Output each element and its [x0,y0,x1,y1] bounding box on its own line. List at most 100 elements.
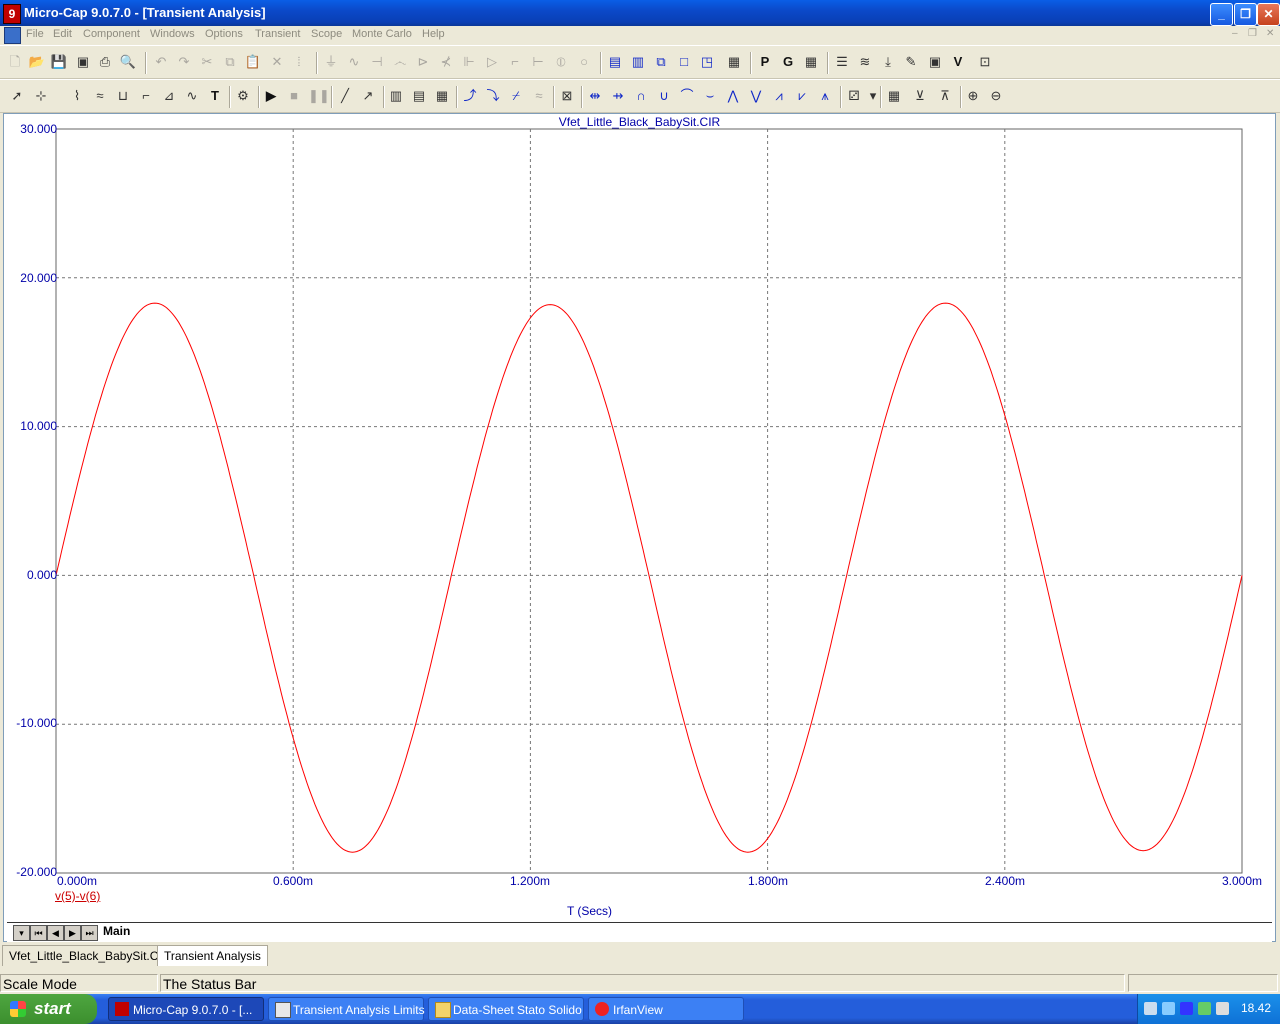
transistor-component-icon[interactable]: ⊀ [437,53,455,71]
tab-transient-analysis[interactable]: Transient Analysis [157,945,268,966]
open-folder-icon[interactable]: 📂 [28,53,46,71]
global-low-icon[interactable]: ⋁ [747,87,765,105]
find-inflection-icon[interactable]: ≈ [530,87,548,105]
mosfet-component-icon[interactable]: ⊩ [460,53,478,71]
ground-component-icon[interactable]: ⏚ [322,53,340,71]
menu-file[interactable]: File [26,28,44,40]
battery-component-icon[interactable]: ⊢ [529,53,547,71]
tokens-icon[interactable]: ⊻ [911,87,929,105]
cut-icon[interactable]: ✂ [198,53,216,71]
save-all-icon[interactable]: ▣ [74,53,92,71]
next-valley-icon[interactable]: ∪ [655,87,673,105]
document-menu-icon[interactable] [4,27,21,44]
menu-component[interactable]: Component [83,28,140,40]
minimize-button[interactable]: _ [1210,3,1233,26]
save-icon[interactable]: 💾 [50,53,68,71]
zoom-out-icon[interactable]: ⊖ [987,87,1005,105]
grid-style-2-icon[interactable]: ▤ [410,87,428,105]
nav-first-icon[interactable]: ⏮ [30,925,47,941]
zoom-in-icon[interactable]: ⊕ [964,87,982,105]
pause-icon[interactable]: ❚❚ [308,87,330,105]
bottom-icon[interactable]: ⩗ [793,87,811,105]
cursor-function-icon[interactable]: ⚂ [845,87,863,105]
microcap-app-icon[interactable]: 9 [3,4,21,24]
volume-icon[interactable] [1216,1002,1229,1015]
next-low-icon[interactable]: ⌣ [701,87,719,105]
scale-tokens-icon[interactable]: ⊼ [936,87,954,105]
select-pointer-icon[interactable]: ➚ [8,87,26,105]
cursor-mode-icon[interactable]: ⌇ [68,87,86,105]
menu-monte-carlo[interactable]: Monte Carlo [352,28,412,40]
sine-source-component-icon[interactable]: ○ [575,53,593,71]
scale-mode-icon[interactable]: ⊹ [32,87,50,105]
peak-p-icon[interactable]: P [756,53,774,71]
copy-icon[interactable]: ⧉ [221,53,239,71]
start-button[interactable]: start [0,994,97,1024]
global-high-icon[interactable]: ⋀ [724,87,742,105]
nav-prev-icon[interactable]: ◀ [47,925,64,941]
tray-arrow-icon[interactable] [1144,1002,1157,1015]
stop-icon[interactable]: ■ [285,87,303,105]
new-file-icon[interactable]: 🗋 [6,53,24,71]
menu-options[interactable]: Options [205,28,243,40]
properties-icon[interactable]: ⚙ [234,87,252,105]
mdi-close-icon[interactable]: ✕ [1266,28,1274,39]
switch-component-icon[interactable]: ⌐ [506,53,524,71]
menu-windows[interactable]: Windows [150,28,195,40]
trace-legend[interactable]: v(5)-v(6) [55,889,100,903]
probe-icon[interactable]: ⤓ [879,53,897,71]
close-button[interactable]: ✕ [1257,3,1280,26]
nav-dropdown-icon[interactable]: ▾ [13,925,30,941]
transient-plot[interactable] [4,114,1275,922]
find-slope-icon[interactable]: ⌿ [507,87,525,105]
tag-icon[interactable]: ⊿ [160,87,178,105]
top-icon[interactable]: ⩘ [770,87,788,105]
undo-icon[interactable]: ↶ [152,53,170,71]
nav-last-icon[interactable]: ⏭ [81,925,98,941]
inductor-component-icon[interactable]: ෴ [391,53,409,71]
point-tag-icon[interactable]: ⌐ [137,87,155,105]
tile-horizontal-icon[interactable]: ▤ [606,53,624,71]
grid-style-1-icon[interactable]: ▥ [387,87,405,105]
window-icon[interactable]: □ [675,53,693,71]
delete-icon[interactable]: ✕ [268,53,286,71]
wave-mode-icon[interactable]: ≈ [91,87,109,105]
next-peak-icon[interactable]: ∩ [632,87,650,105]
find-peak-icon[interactable]: ⤴ [461,87,479,105]
next-high-icon[interactable]: ⌒ [678,87,696,105]
print-preview-icon[interactable]: 🔍 [119,53,137,71]
menu-scope[interactable]: Scope [311,28,342,40]
task-irfanview[interactable]: IrfanView [588,997,744,1021]
bluetooth-icon[interactable] [1180,1002,1193,1015]
mdi-minimize-icon[interactable]: – [1232,28,1238,39]
grid-style-3-icon[interactable]: ▦ [433,87,451,105]
network-icon[interactable] [1162,1002,1175,1015]
capacitor-component-icon[interactable]: ⊣ [368,53,386,71]
tile-vertical-icon[interactable]: ▥ [629,53,647,71]
numeric-output-icon[interactable]: ▦ [885,87,903,105]
plot-properties-icon[interactable]: ⊡ [976,53,994,71]
mdi-restore-icon[interactable]: ❐ [1248,28,1257,39]
security-icon[interactable] [1198,1002,1211,1015]
split-window-icon[interactable]: ◳ [698,53,716,71]
sheet-tab-main[interactable]: Main [103,924,130,938]
menu-edit[interactable]: Edit [53,28,72,40]
tab-circuit[interactable]: Vfet_Little_Black_BabySit.CIR [2,945,178,966]
print-icon[interactable]: ⎙ [96,53,114,71]
line-tool-icon[interactable]: ╱ [336,87,354,105]
waveform-icon[interactable]: ≋ [856,53,874,71]
nav-next-icon[interactable]: ▶ [64,925,81,941]
vb-label-icon[interactable]: V [949,53,967,71]
resistor-component-icon[interactable]: ∿ [345,53,363,71]
find-valley-icon[interactable]: ⤵ [484,87,502,105]
grid-panel-icon[interactable]: ▦ [802,53,820,71]
cursor-left-icon[interactable]: ⇹ [586,87,604,105]
cascade-icon[interactable]: ⧉ [652,53,670,71]
list-icon[interactable]: ☰ [833,53,851,71]
pencil-icon[interactable]: ✎ [902,53,920,71]
source-component-icon[interactable]: ⦶ [552,53,570,71]
plot-window[interactable]: Vfet_Little_Black_BabySit.CIR 30.000 20.… [3,113,1276,942]
text-tool-icon[interactable]: T [206,87,224,105]
select-all-icon[interactable]: ⦙ [290,53,308,71]
slope-icon[interactable]: ⩚ [816,87,834,105]
